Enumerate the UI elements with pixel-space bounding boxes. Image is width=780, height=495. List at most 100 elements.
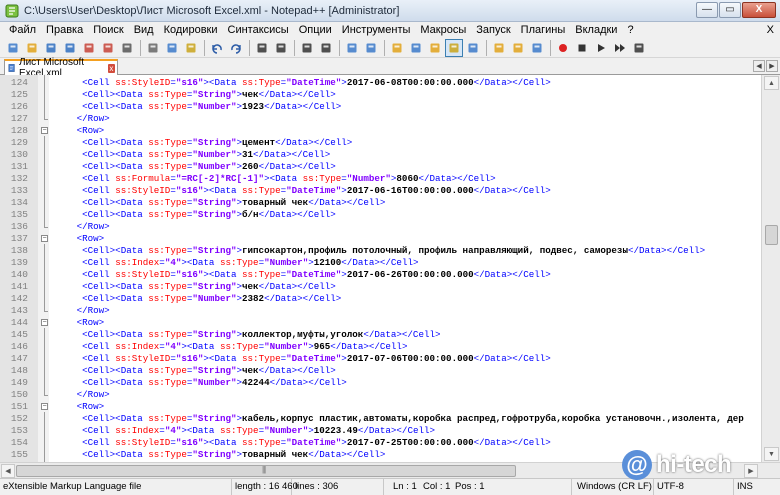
show-all-chars-icon[interactable]: [407, 39, 425, 57]
code-line[interactable]: <Row>: [49, 401, 761, 413]
menu-encoding[interactable]: Кодировки: [159, 22, 223, 38]
code-line[interactable]: <Cell><Data ss:Type="String">товарный че…: [49, 197, 761, 209]
save-all-icon[interactable]: [61, 39, 79, 57]
folder-workspace-icon[interactable]: [509, 39, 527, 57]
fold-toggle-icon[interactable]: −: [41, 235, 48, 242]
stop-record-icon[interactable]: [573, 39, 591, 57]
code-token-tag: <Cell><Data: [82, 101, 149, 112]
notepadpp-app-icon: [4, 3, 20, 19]
new-file-icon[interactable]: [4, 39, 22, 57]
code-line[interactable]: <Cell><Data ss:Type="String">гипсокартон…: [49, 245, 761, 257]
toolbar-separator: [249, 39, 250, 56]
replace-icon[interactable]: [272, 39, 290, 57]
redo-icon[interactable]: [227, 39, 245, 57]
code-line[interactable]: <Cell><Data ss:Type="String">коллектор,м…: [49, 329, 761, 341]
code-view[interactable]: <Cell ss:StyleID="s16"><Data ss:Type="Da…: [49, 75, 761, 462]
code-line[interactable]: <Cell ss:Index="4"><Data ss:Type="Number…: [49, 341, 761, 353]
fold-toggle-icon[interactable]: −: [41, 319, 48, 326]
code-token-text: чек: [242, 281, 259, 292]
code-line[interactable]: <Cell ss:StyleID="s16"><Data ss:Type="Da…: [49, 77, 761, 89]
scroll-left-button[interactable]: ◀: [1, 464, 15, 478]
fold-toggle-icon[interactable]: −: [41, 403, 48, 410]
menu-language[interactable]: Синтаксисы: [223, 22, 294, 38]
maximize-button[interactable]: ▭: [719, 1, 741, 18]
code-line[interactable]: <Cell><Data ss:Type="Number">42244</Data…: [49, 377, 761, 389]
code-line[interactable]: <Cell><Data ss:Type="String">чек</Data><…: [49, 281, 761, 293]
tab-scroll-right-button[interactable]: ▶: [766, 60, 778, 72]
print-icon[interactable]: [118, 39, 136, 57]
code-line[interactable]: </Row>: [49, 113, 761, 125]
find-icon[interactable]: [253, 39, 271, 57]
code-line[interactable]: <Cell><Data ss:Type="Number">2382</Data>…: [49, 293, 761, 305]
paste-icon[interactable]: [182, 39, 200, 57]
code-line[interactable]: <Cell><Data ss:Type="String">б/н</Data><…: [49, 209, 761, 221]
save-icon[interactable]: [42, 39, 60, 57]
zoom-in-icon[interactable]: [298, 39, 316, 57]
code-line[interactable]: </Row>: [49, 389, 761, 401]
scroll-up-button[interactable]: ▲: [764, 76, 779, 90]
code-line[interactable]: <Row>: [49, 233, 761, 245]
horizontal-scroll-thumb[interactable]: [16, 465, 516, 477]
code-line[interactable]: <Cell><Data ss:Type="Number">1923</Data>…: [49, 101, 761, 113]
sync-scroll-h-icon[interactable]: [362, 39, 380, 57]
menu-tools[interactable]: Инструменты: [337, 22, 416, 38]
close-window-button[interactable]: X: [742, 1, 776, 18]
code-line[interactable]: <Cell ss:StyleID="s16"><Data ss:Type="Da…: [49, 185, 761, 197]
menu-view[interactable]: Вид: [129, 22, 159, 38]
tab-close-button[interactable]: x: [107, 63, 115, 73]
code-line[interactable]: </Row>: [49, 305, 761, 317]
code-line[interactable]: <Cell><Data ss:Type="String">цемент</Dat…: [49, 137, 761, 149]
code-line[interactable]: <Cell ss:Index="4"><Data ss:Type="Number…: [49, 425, 761, 437]
code-line[interactable]: <Cell ss:Formula="=RC[-2]*RC[-1]"><Data …: [49, 173, 761, 185]
code-line[interactable]: <Cell><Data ss:Type="String">чек</Data><…: [49, 89, 761, 101]
menu-edit[interactable]: Правка: [41, 22, 88, 38]
code-line[interactable]: <Cell ss:StyleID="s16"><Data ss:Type="Da…: [49, 269, 761, 281]
code-line[interactable]: </Row>: [49, 221, 761, 233]
code-line[interactable]: <Cell ss:StyleID="s16"><Data ss:Type="Da…: [49, 353, 761, 365]
code-line[interactable]: <Cell><Data ss:Type="Number">31</Data></…: [49, 149, 761, 161]
vertical-scrollbar[interactable]: ▲ ▼: [761, 75, 780, 462]
menu-file[interactable]: Файл: [4, 22, 41, 38]
indent-guide-icon[interactable]: [426, 39, 444, 57]
code-line[interactable]: <Cell><Data ss:Type="String">чек</Data><…: [49, 365, 761, 377]
menu-settings[interactable]: Опции: [294, 22, 337, 38]
fold-margin[interactable]: − − − −: [38, 75, 49, 462]
code-line[interactable]: <Cell><Data ss:Type="String">кабель,корп…: [49, 413, 761, 425]
cut-icon[interactable]: [144, 39, 162, 57]
user-lang-icon[interactable]: [445, 38, 463, 57]
save-macro-icon[interactable]: [630, 39, 648, 57]
minimize-button[interactable]: —: [696, 1, 718, 18]
sync-scroll-v-icon[interactable]: [343, 39, 361, 57]
zoom-out-icon[interactable]: [317, 39, 335, 57]
undo-icon[interactable]: [208, 39, 226, 57]
tab-scroll-left-button[interactable]: ◀: [753, 60, 765, 72]
menu-help[interactable]: ?: [622, 22, 638, 38]
editor-area[interactable]: 124 125 126 127 128 129 130 131 132 133 134 135 136 1…: [0, 75, 780, 462]
code-line[interactable]: <Cell><Data ss:Type="Number">260</Data><…: [49, 161, 761, 173]
close-all-icon[interactable]: [99, 39, 117, 57]
menu-macro[interactable]: Макросы: [415, 22, 471, 38]
menu-plugins[interactable]: Плагины: [516, 22, 571, 38]
fold-toggle-icon[interactable]: −: [41, 127, 48, 134]
play-macro-icon[interactable]: [592, 39, 610, 57]
menu-run[interactable]: Запуск: [471, 22, 515, 38]
record-macro-icon[interactable]: [554, 39, 572, 57]
tab-document[interactable]: Лист Microsoft Excel.xml x: [4, 57, 118, 79]
code-line[interactable]: <Cell ss:Index="4"><Data ss:Type="Number…: [49, 257, 761, 269]
menu-close-doc-button[interactable]: X: [767, 22, 774, 38]
line-number: 130: [10, 149, 28, 160]
code-line[interactable]: <Row>: [49, 317, 761, 329]
word-wrap-icon[interactable]: [388, 39, 406, 57]
menu-window[interactable]: Вкладки: [570, 22, 622, 38]
menu-search[interactable]: Поиск: [88, 22, 128, 38]
close-icon[interactable]: [80, 39, 98, 57]
code-token-pre: [49, 257, 82, 268]
run-macro-multiple-icon[interactable]: [611, 39, 629, 57]
open-file-icon[interactable]: [23, 39, 41, 57]
doc-map-icon[interactable]: [464, 39, 482, 57]
code-line[interactable]: <Row>: [49, 125, 761, 137]
function-list-icon[interactable]: [490, 39, 508, 57]
vertical-scroll-thumb[interactable]: [765, 225, 778, 245]
copy-icon[interactable]: [163, 39, 181, 57]
monitor-icon[interactable]: [528, 39, 546, 57]
